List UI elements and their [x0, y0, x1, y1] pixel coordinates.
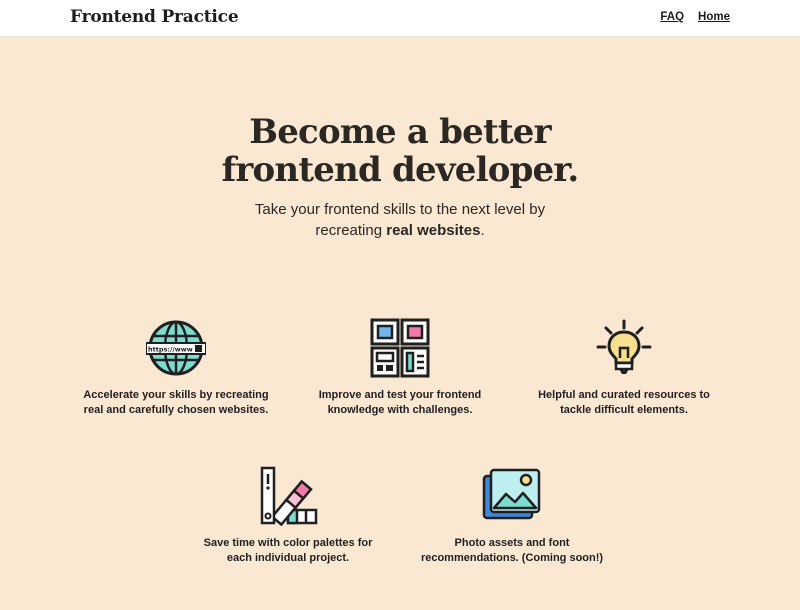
hero-subtitle-highlight: real websites [386, 222, 481, 239]
feature-line-2: knowledge with challenges. [327, 404, 473, 416]
feature-card-photo-assets: Photo assets and font recommendations. (… [392, 466, 632, 566]
hero-title: Become a better frontend developer. [0, 113, 800, 189]
hero-title-line-2: frontend developer. [221, 150, 580, 190]
feature-line-1: Improve and test your frontend [318, 389, 482, 401]
feature-line-1: Save time with color palettes for [203, 537, 373, 549]
hero-subtitle-suffix: . [480, 222, 485, 239]
hero-title-line-1: Become a better [249, 112, 551, 152]
nav-link-faq[interactable]: FAQ [660, 11, 684, 23]
feature-line-2: each individual project. [226, 552, 350, 564]
lightbulb-icon [596, 319, 652, 374]
feature-card-real-websites: https://www Accelerate your skills by re… [56, 318, 296, 418]
site-header: Frontend Practice FAQ Home [0, 0, 800, 37]
feature-text: Save time with color palettes for each i… [168, 536, 408, 566]
feature-text: Improve and test your frontend knowledge… [280, 388, 520, 418]
hero-subtitle-prefix: recreating [315, 222, 387, 239]
feature-line-1: Photo assets and font [454, 537, 570, 549]
feature-card-challenges: Improve and test your frontend knowledge… [280, 318, 520, 418]
feature-line-1: Accelerate your skills by recreating [83, 389, 269, 401]
feature-line-2: tackle difficult elements. [560, 404, 688, 416]
feature-line-2: real and carefully chosen websites. [83, 404, 269, 416]
feature-line-2: recommendations. (Coming soon!) [420, 552, 604, 564]
hero-subtitle: Take your frontend skills to the next le… [0, 199, 800, 241]
feature-card-resources: Helpful and curated resources to tackle … [504, 318, 744, 418]
globe-icon: https://www [146, 320, 206, 376]
hero-subtitle-line-1: Take your frontend skills to the next le… [254, 201, 546, 218]
layout-grid-icon [370, 318, 430, 378]
feature-text: Helpful and curated resources to tackle … [504, 388, 744, 418]
globe-url-text: https://www [148, 346, 193, 354]
site-logo[interactable]: Frontend Practice [70, 7, 239, 27]
feature-text: Photo assets and font recommendations. (… [392, 536, 632, 566]
photo-icon [482, 468, 541, 520]
color-palette-icon [260, 466, 318, 526]
feature-text: Accelerate your skills by recreating rea… [56, 388, 296, 418]
feature-line-1: Helpful and curated resources to [538, 389, 710, 401]
top-nav: FAQ Home [660, 11, 730, 23]
nav-link-home[interactable]: Home [698, 11, 730, 23]
feature-card-color-palettes: Save time with color palettes for each i… [168, 466, 408, 566]
